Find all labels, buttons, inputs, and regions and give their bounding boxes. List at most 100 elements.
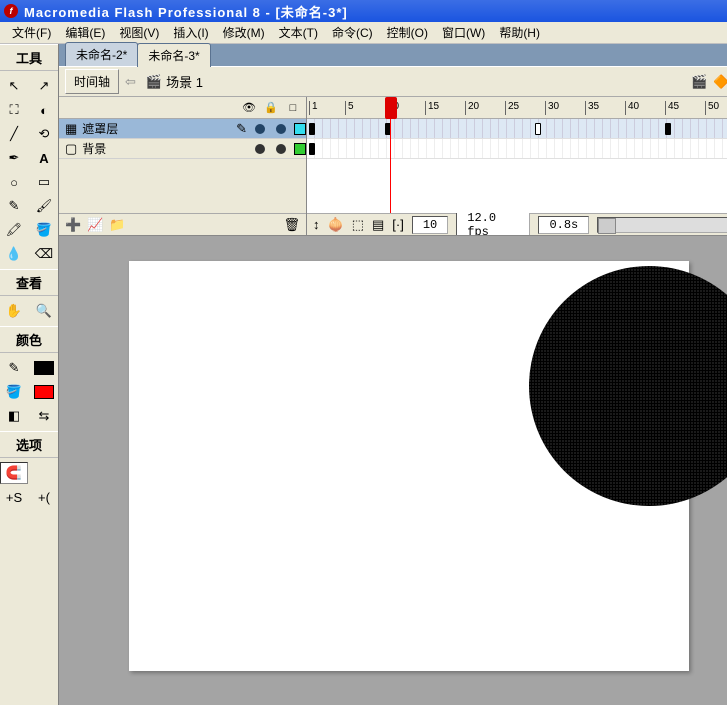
tools-panel: 工具 ↖ ↗ ⛶ ◐ ╱ ⟲ ✒ A ○ ▭ ✎ 🖌 🖍 🪣 💧 ⌫ 查看 ✋ … [0,44,59,705]
layer-controls: ➕ 📈 📁 🗑 [59,213,306,235]
noswap-button[interactable]: ⇆ [30,405,58,427]
bw-button[interactable]: ◧ [0,405,28,427]
mask-shape-circle[interactable] [529,266,727,506]
keyframe-icon[interactable] [665,123,671,135]
fill-swatch[interactable] [30,381,58,403]
add-folder-icon[interactable]: 📁 [109,217,125,233]
tick: 45 [665,101,679,115]
menu-modify[interactable]: 修改(M) [217,22,271,43]
ink-tool[interactable]: 🖍 [0,219,28,241]
menu-text[interactable]: 文本(T) [273,22,324,43]
line-tool[interactable]: ╱ [0,123,28,145]
tick: 50 [705,101,719,115]
add-guide-icon[interactable]: 📈 [87,217,103,233]
tick: 1 [309,101,318,115]
lasso-tool[interactable]: ⟲ [30,123,58,145]
pencil-icon: ✎ [236,121,247,137]
scene-label[interactable]: 🎬 场景 1 [146,72,203,91]
menu-help[interactable]: 帮助(H) [493,22,546,43]
lock-icon[interactable]: 🔒 [264,101,278,114]
menu-file[interactable]: 文件(F) [6,22,57,43]
oval-tool[interactable]: ○ [0,171,28,193]
subselect-tool[interactable]: ↗ [30,75,58,97]
delete-layer-icon[interactable]: 🗑 [283,217,300,233]
frame-rows[interactable] [307,119,727,213]
outline-swatch[interactable] [294,123,306,135]
options-header: 选项 [0,431,58,458]
menu-view[interactable]: 视图(V) [113,22,165,43]
zoom-tool[interactable]: 🔍 [30,300,58,322]
keyframe-icon[interactable] [309,143,315,155]
edit-symbol-icon[interactable]: 🔶 [713,74,727,90]
smooth-button[interactable]: +( [30,486,58,508]
outline-icon[interactable]: □ [286,102,300,114]
keyframe-icon[interactable] [309,123,315,135]
layer-icon: ▢ [65,141,77,157]
playhead-icon[interactable] [385,97,397,119]
gradient-tool[interactable]: ◐ [30,99,58,121]
visibility-dot[interactable] [255,124,265,134]
eraser-tool[interactable]: ⌫ [30,243,58,265]
snap-button[interactable]: 🧲 [0,462,28,484]
multi-edit-icon[interactable]: ▤ [372,217,384,233]
scene-bar: 时间轴 ⇦ 🎬 场景 1 🎬 🔶 ▾ [59,66,727,96]
marker-icon[interactable]: [·] [392,217,404,232]
lock-dot[interactable] [276,144,286,154]
timeline-toggle-button[interactable]: 时间轴 [65,69,119,94]
app-logo-icon: f [4,4,18,18]
menu-bar: 文件(F) 编辑(E) 视图(V) 插入(I) 修改(M) 文本(T) 命令(C… [0,22,727,44]
layer-header: 👁 🔒 □ [59,97,306,119]
menu-commands[interactable]: 命令(C) [326,22,379,43]
frame-row[interactable] [307,119,727,139]
blank-keyframe-icon[interactable] [535,123,541,135]
doctab-1[interactable]: 未命名-2* [65,42,138,66]
eye-icon[interactable]: 👁 [242,101,256,114]
layer-name: 遮罩层 [82,120,231,137]
text-tool[interactable]: A [30,147,58,169]
onion-outline-icon[interactable]: ⬚ [352,217,364,233]
layer-row-mask[interactable]: ▦ 遮罩层 ✎ [59,119,306,139]
menu-insert[interactable]: 插入(I) [167,22,214,43]
playhead-line [390,119,391,213]
window-title: Macromedia Flash Professional 8 - [未命名-3… [24,2,348,21]
frame-row[interactable] [307,139,727,159]
visibility-dot[interactable] [255,144,265,154]
layer-panel: 👁 🔒 □ ▦ 遮罩层 ✎ ▢ 背景 [59,97,307,235]
stroke-color[interactable]: ✎ [0,357,28,379]
frame-status-bar: ↕ 🧅 ⬚ ▤ [·] 10 12.0 fps 0.8s [307,213,727,235]
brush-tool[interactable]: 🖌 [30,195,58,217]
straighten-button[interactable]: +S [0,486,28,508]
outline-swatch[interactable] [294,143,306,155]
add-layer-icon[interactable]: ➕ [65,217,81,233]
tick: 25 [505,101,519,115]
menu-window[interactable]: 窗口(W) [436,22,491,43]
doctab-2[interactable]: 未命名-3* [137,43,210,67]
rectangle-tool[interactable]: ▭ [30,171,58,193]
onion-icon[interactable]: 🧅 [328,217,344,233]
free-transform-tool[interactable]: ⛶ [0,99,28,121]
layer-row-bg[interactable]: ▢ 背景 [59,139,306,159]
menu-control[interactable]: 控制(O) [381,22,434,43]
selection-tool[interactable]: ↖ [0,75,28,97]
pen-tool[interactable]: ✒ [0,147,28,169]
pencil-tool[interactable]: ✎ [0,195,28,217]
lock-dot[interactable] [276,124,286,134]
frame-ruler[interactable]: 1 5 10 15 20 25 30 35 40 45 50 55 [307,97,727,119]
timeline-panel: 👁 🔒 □ ▦ 遮罩层 ✎ ▢ 背景 [59,96,727,236]
stroke-swatch[interactable] [30,357,58,379]
center-icon[interactable]: ↕ [313,217,320,232]
hand-tool[interactable]: ✋ [0,300,28,322]
time-display: 0.8s [538,216,589,234]
menu-edit[interactable]: 编辑(E) [59,22,111,43]
fill-color[interactable]: 🪣 [0,381,28,403]
frame-scrollbar[interactable] [597,217,727,233]
document-tabs: 未命名-2* 未命名-3* — ❐ ✕ [59,44,727,66]
eyedropper-tool[interactable]: 💧 [0,243,28,265]
back-arrow-icon[interactable]: ⇦ [125,74,136,90]
scene-icon: 🎬 [146,74,162,90]
bucket-tool[interactable]: 🪣 [30,219,58,241]
canvas-area[interactable] [59,236,727,705]
frame-panel: 1 5 10 15 20 25 30 35 40 45 50 55 [307,97,727,235]
stage[interactable] [129,261,689,671]
edit-scene-icon[interactable]: 🎬 [691,74,707,90]
